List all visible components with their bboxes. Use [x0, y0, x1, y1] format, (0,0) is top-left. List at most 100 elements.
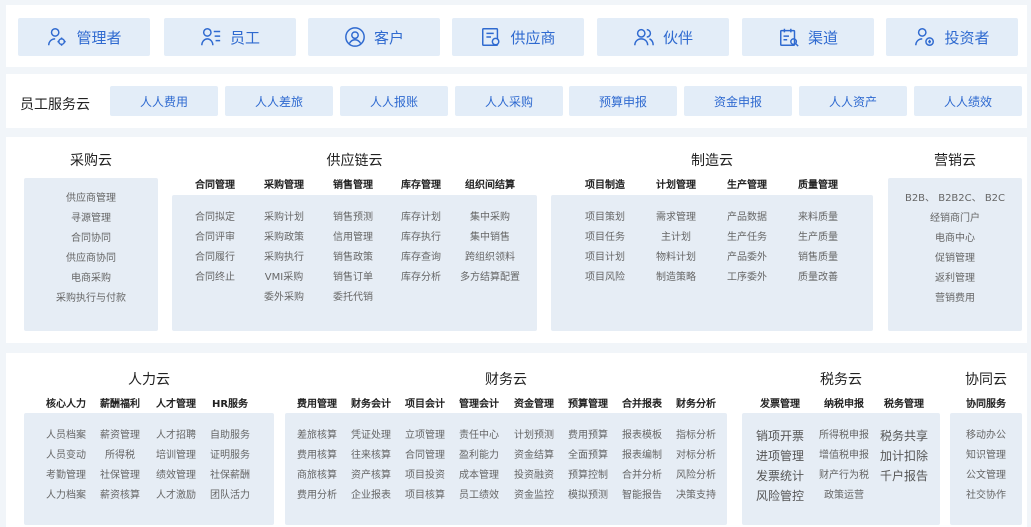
list-item[interactable]: 人力档案 [38, 486, 94, 506]
list-item[interactable]: 员工绩效 [452, 486, 506, 506]
list-item[interactable]: 所得税 [92, 446, 148, 466]
list-item[interactable]: B2B、 B2B2C、 B2C [888, 189, 1022, 209]
employee-service-button[interactable]: 人人资产 [799, 86, 907, 116]
list-item[interactable]: 模拟预测 [561, 486, 615, 506]
list-item[interactable]: 报表模板 [615, 426, 669, 446]
list-item[interactable]: 考勤管理 [38, 466, 94, 486]
list-item[interactable]: 企业报表 [344, 486, 398, 506]
role-channel-button[interactable]: 渠道 [742, 18, 874, 56]
list-item[interactable]: 人员变动 [38, 446, 94, 466]
list-item[interactable]: 营销费用 [888, 289, 1022, 309]
list-item[interactable]: 电商中心 [888, 229, 1022, 249]
list-item[interactable]: 人员档案 [38, 426, 94, 446]
employee-service-button[interactable]: 预算申报 [569, 86, 677, 116]
list-item[interactable]: 销售预测 [325, 208, 381, 228]
list-item[interactable]: VMI采购 [256, 268, 312, 288]
list-item[interactable]: 报表编制 [615, 446, 669, 466]
list-item[interactable]: 资金结算 [507, 446, 561, 466]
list-item[interactable]: 采购执行与付款 [24, 289, 158, 309]
list-item[interactable]: 凭证处理 [344, 426, 398, 446]
list-item[interactable]: 决策支持 [669, 486, 723, 506]
role-partner-button[interactable]: 伙伴 [597, 18, 729, 56]
list-item[interactable]: 预算控制 [561, 466, 615, 486]
list-item[interactable]: 来料质量 [790, 208, 846, 228]
list-item[interactable]: 投资融资 [507, 466, 561, 486]
list-item[interactable]: 进项管理 [748, 446, 812, 466]
list-item[interactable]: 税务共享 [872, 426, 936, 446]
list-item[interactable]: 知识管理 [950, 446, 1022, 466]
list-item[interactable]: 自助服务 [202, 426, 258, 446]
list-item[interactable]: 库存分析 [393, 268, 449, 288]
list-item[interactable]: 公文管理 [950, 466, 1022, 486]
list-item[interactable]: 供应商管理 [24, 189, 158, 209]
list-item[interactable]: 薪资管理 [92, 426, 148, 446]
employee-service-button[interactable]: 人人报账 [340, 86, 448, 116]
employee-service-button[interactable]: 人人绩效 [914, 86, 1022, 116]
list-item[interactable]: 风险管控 [748, 486, 812, 506]
list-item[interactable]: 千户报告 [872, 466, 936, 486]
list-item[interactable]: 风险分析 [669, 466, 723, 486]
employee-service-button[interactable]: 人人费用 [110, 86, 218, 116]
list-item[interactable]: 库存计划 [393, 208, 449, 228]
list-item[interactable]: 电商采购 [24, 269, 158, 289]
list-item[interactable]: 销售政策 [325, 248, 381, 268]
list-item[interactable]: 财产行为税 [812, 466, 876, 486]
list-item[interactable]: 销项开票 [748, 426, 812, 446]
list-item[interactable]: 人才激励 [148, 486, 204, 506]
list-item[interactable]: 社交协作 [950, 486, 1022, 506]
list-item[interactable]: 产品委外 [719, 248, 775, 268]
list-item[interactable]: 加计扣除 [872, 446, 936, 466]
list-item[interactable]: 项目计划 [577, 248, 633, 268]
list-item[interactable]: 库存执行 [393, 228, 449, 248]
list-item[interactable]: 物料计划 [648, 248, 704, 268]
list-item[interactable]: 质量改善 [790, 268, 846, 288]
list-item[interactable]: 费用核算 [290, 446, 344, 466]
list-item[interactable]: 全面预算 [561, 446, 615, 466]
list-item[interactable]: 合同终止 [187, 268, 243, 288]
list-item[interactable]: 合同履行 [187, 248, 243, 268]
role-employee-button[interactable]: 员工 [164, 18, 296, 56]
employee-service-button[interactable]: 人人差旅 [225, 86, 333, 116]
list-item[interactable]: 指标分析 [669, 426, 723, 446]
list-item[interactable]: 责任中心 [452, 426, 506, 446]
list-item[interactable]: 成本管理 [452, 466, 506, 486]
list-item[interactable]: 费用分析 [290, 486, 344, 506]
list-item[interactable]: 促销管理 [888, 249, 1022, 269]
list-item[interactable]: 集中销售 [455, 228, 525, 248]
list-item[interactable]: 返利管理 [888, 269, 1022, 289]
list-item[interactable]: 委外采购 [256, 288, 312, 308]
list-item[interactable]: 社保薪酬 [202, 466, 258, 486]
list-item[interactable]: 制造策略 [648, 268, 704, 288]
list-item[interactable]: 资产核算 [344, 466, 398, 486]
list-item[interactable]: 生产任务 [719, 228, 775, 248]
list-item[interactable]: 生产质量 [790, 228, 846, 248]
list-item[interactable]: 费用预算 [561, 426, 615, 446]
list-item[interactable]: 增值税申报 [812, 446, 876, 466]
list-item[interactable]: 主计划 [648, 228, 704, 248]
list-item[interactable]: 产品数据 [719, 208, 775, 228]
list-item[interactable]: 项目风险 [577, 268, 633, 288]
list-item[interactable]: 往来核算 [344, 446, 398, 466]
list-item[interactable]: 商旅核算 [290, 466, 344, 486]
list-item[interactable]: 信用管理 [325, 228, 381, 248]
list-item[interactable]: 证明服务 [202, 446, 258, 466]
list-item[interactable]: 供应商协同 [24, 249, 158, 269]
list-item[interactable]: 绩效管理 [148, 466, 204, 486]
list-item[interactable]: 工序委外 [719, 268, 775, 288]
list-item[interactable]: 项目投资 [398, 466, 452, 486]
list-item[interactable]: 智能报告 [615, 486, 669, 506]
list-item[interactable]: 团队活力 [202, 486, 258, 506]
list-item[interactable]: 立项管理 [398, 426, 452, 446]
list-item[interactable]: 计划预测 [507, 426, 561, 446]
list-item[interactable]: 项目核算 [398, 486, 452, 506]
list-item[interactable]: 销售质量 [790, 248, 846, 268]
list-item[interactable]: 库存查询 [393, 248, 449, 268]
list-item[interactable]: 盈利能力 [452, 446, 506, 466]
list-item[interactable]: 项目任务 [577, 228, 633, 248]
list-item[interactable]: 集中采购 [455, 208, 525, 228]
list-item[interactable]: 跨组织领料 [455, 248, 525, 268]
employee-service-button[interactable]: 人人采购 [455, 86, 563, 116]
list-item[interactable]: 经销商门户 [888, 209, 1022, 229]
list-item[interactable]: 多方结算配置 [455, 268, 525, 288]
list-item[interactable]: 人才招聘 [148, 426, 204, 446]
